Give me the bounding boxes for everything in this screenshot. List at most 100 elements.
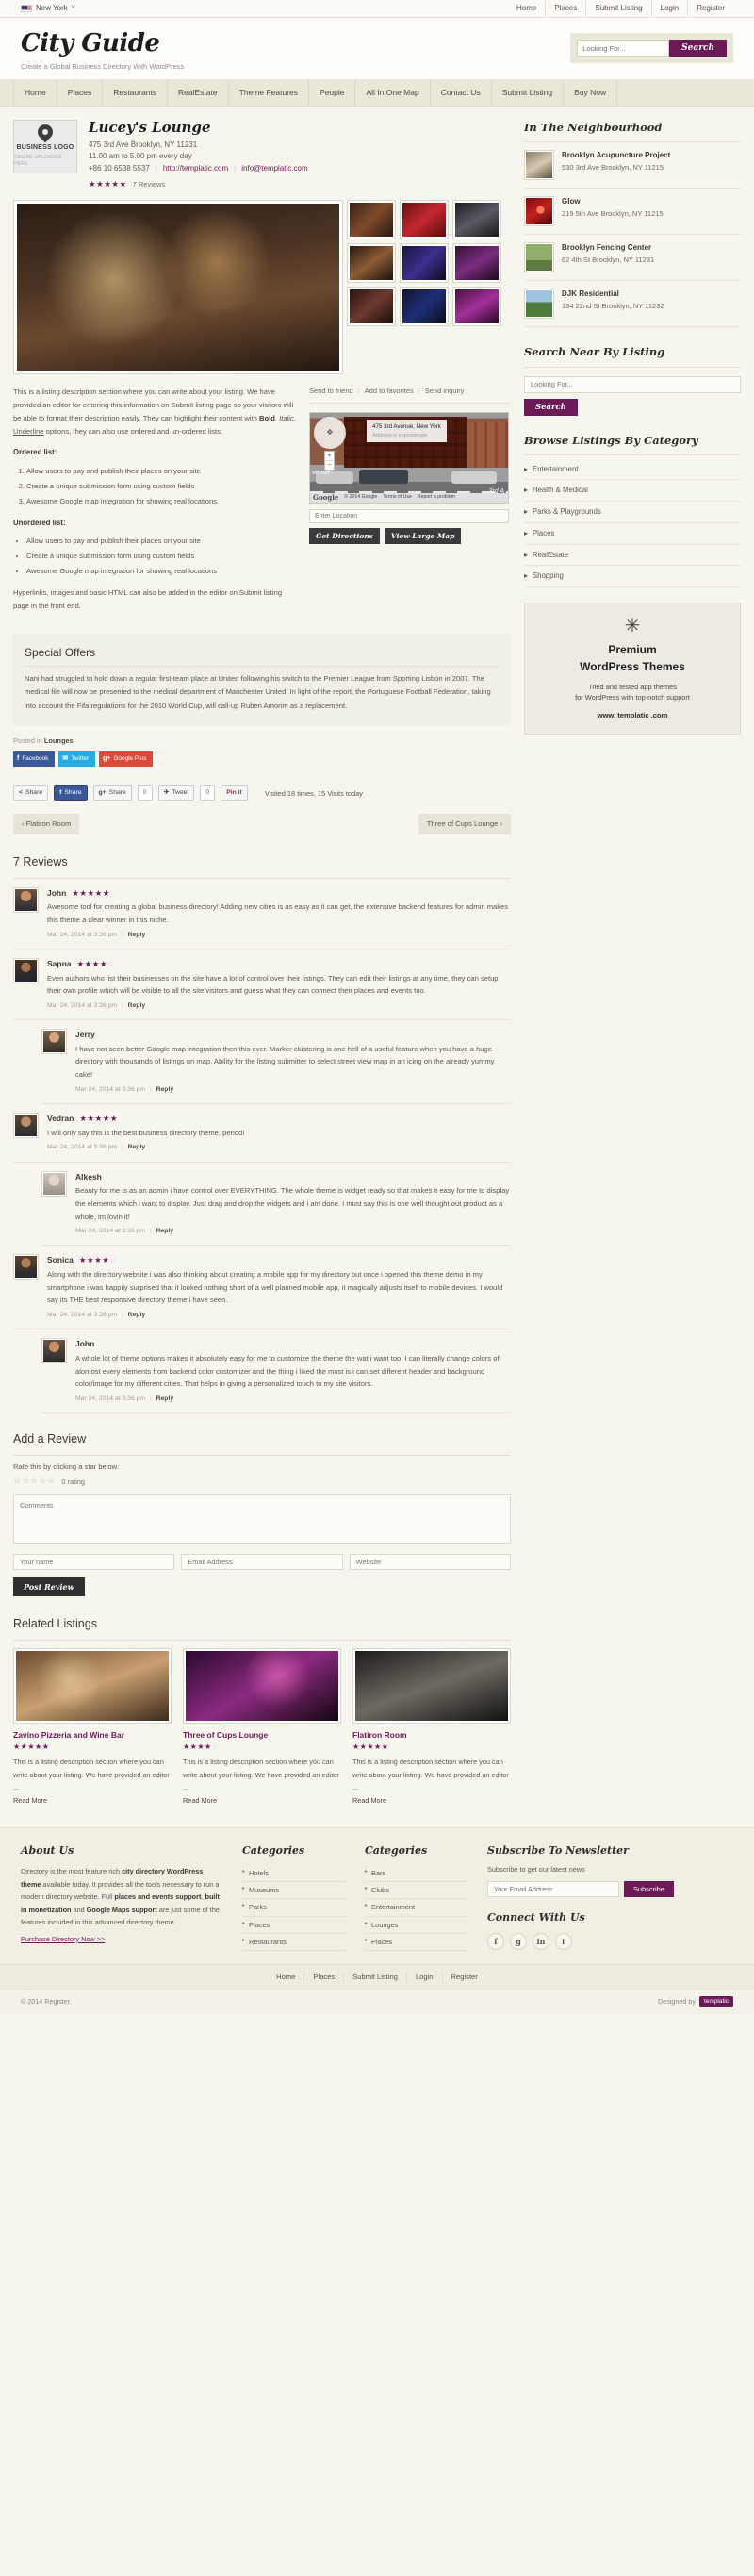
nav-theme-features[interactable]: Theme Features bbox=[229, 80, 310, 106]
footer-link-hotels[interactable]: Hotels bbox=[242, 1865, 346, 1883]
header-search-button[interactable]: Search bbox=[669, 40, 727, 57]
footer-link-clubs[interactable]: Clubs bbox=[365, 1882, 468, 1900]
google-share-chip[interactable]: g+ Share bbox=[92, 785, 132, 801]
footer-link-places-2[interactable]: Places bbox=[365, 1934, 468, 1951]
site-logo[interactable]: City Guide bbox=[21, 31, 184, 56]
nav-home[interactable]: Home bbox=[13, 80, 57, 106]
reply-link[interactable]: Reply bbox=[128, 1312, 146, 1318]
pan-control-icon[interactable]: ✥ bbox=[314, 417, 346, 450]
footer-nav-submit-listing[interactable]: Submit Listing bbox=[344, 1971, 407, 1983]
category-item-health-medical[interactable]: ▸ Health & Medical bbox=[524, 480, 741, 503]
gallery-thumb[interactable] bbox=[452, 200, 501, 240]
neighbourhood-item[interactable]: DJK Residential 134 22nd St Brooklyn, NY… bbox=[524, 281, 741, 328]
category-item-entertainment[interactable]: ▸ Entertainment bbox=[524, 459, 741, 481]
gallery-thumb[interactable] bbox=[400, 243, 449, 284]
footer-link-lounges[interactable]: Lounges bbox=[365, 1917, 468, 1934]
reply-link[interactable]: Reply bbox=[128, 932, 146, 938]
footer-nav-login[interactable]: Login bbox=[407, 1971, 443, 1983]
listing-website-link[interactable]: http://templatic.com bbox=[163, 163, 228, 174]
send-to-friend-link[interactable]: Send to friend bbox=[309, 386, 353, 396]
nav-submit-listing[interactable]: Submit Listing bbox=[492, 80, 565, 106]
templatic-logo[interactable]: templatic bbox=[698, 1996, 733, 2007]
add-to-favorites-link[interactable]: Add to favorites bbox=[365, 386, 414, 396]
post-review-button[interactable]: Post Review bbox=[13, 1577, 85, 1596]
gallery-thumb[interactable] bbox=[452, 243, 501, 284]
name-field[interactable] bbox=[13, 1553, 175, 1570]
neighbourhood-item[interactable]: Brooklyn Acupuncture Project 530 3rd Ave… bbox=[524, 142, 741, 190]
email-field[interactable] bbox=[181, 1553, 343, 1570]
footer-link-entertainment[interactable]: Entertainment bbox=[365, 1899, 468, 1917]
read-more-link[interactable]: Read More bbox=[183, 1796, 217, 1807]
topnav-item-places[interactable]: Places bbox=[545, 1, 585, 16]
nav-realestate[interactable]: RealEstate bbox=[168, 80, 229, 106]
related-listing-card[interactable]: Flatiron Room ★★★★★ This is a listing de… bbox=[352, 1647, 511, 1807]
gallery-thumb[interactable] bbox=[347, 287, 396, 327]
rating-input[interactable]: ☆☆☆☆☆ 0 rating bbox=[13, 1475, 511, 1488]
category-item-parks-playgrounds[interactable]: ▸ Parks & Playgrounds bbox=[524, 502, 741, 523]
location-input[interactable] bbox=[309, 509, 509, 524]
website-field[interactable] bbox=[349, 1553, 511, 1570]
gallery-thumb[interactable] bbox=[347, 243, 396, 284]
comments-textarea[interactable] bbox=[13, 1494, 511, 1544]
neighbourhood-name[interactable]: DJK Residential bbox=[562, 289, 664, 300]
sidebar-search-button[interactable]: Search bbox=[524, 398, 578, 416]
neighbourhood-name[interactable]: Glow bbox=[562, 196, 664, 207]
newsletter-email-input[interactable] bbox=[487, 1881, 619, 1898]
neighbourhood-item[interactable]: Brooklyn Fencing Center 62 4th St Brookl… bbox=[524, 235, 741, 282]
twitter-icon[interactable]: t bbox=[555, 1932, 572, 1950]
category-item-realestate[interactable]: ▸ RealEstate bbox=[524, 545, 741, 567]
related-listing-card[interactable]: Zavino Pizzeria and Wine Bar ★★★★★ This … bbox=[13, 1647, 172, 1807]
reply-link[interactable]: Reply bbox=[128, 1002, 146, 1009]
gallery-thumb[interactable] bbox=[452, 287, 501, 327]
facebook-icon[interactable]: f bbox=[487, 1932, 504, 1950]
neighbourhood-item[interactable]: Glow 219 5th Ave Brooklyn, NY 11215 bbox=[524, 189, 741, 236]
next-listing-link[interactable]: Three of Cups Lounge › bbox=[418, 814, 511, 834]
neighbourhood-name[interactable]: Brooklyn Fencing Center bbox=[562, 242, 654, 254]
reply-link[interactable]: Reply bbox=[156, 1228, 174, 1234]
related-listing-title[interactable]: Flatiron Room bbox=[352, 1729, 511, 1742]
ad-banner[interactable]: ✳ Premium WordPress Themes Tried and tes… bbox=[524, 602, 741, 735]
footer-link-museums[interactable]: Museums bbox=[242, 1882, 346, 1900]
related-listing-title[interactable]: Zavino Pizzeria and Wine Bar bbox=[13, 1729, 172, 1742]
facebook-share-chip[interactable]: f Share bbox=[54, 785, 88, 801]
sidebar-search-input[interactable] bbox=[524, 375, 741, 393]
nav-people[interactable]: People bbox=[309, 80, 356, 106]
reply-link[interactable]: Reply bbox=[156, 1395, 174, 1402]
footer-nav-register[interactable]: Register bbox=[443, 1972, 486, 1982]
google-plus-share-button[interactable]: g+ Google Plus bbox=[99, 751, 154, 768]
nav-all-in-one-map[interactable]: All In One Map bbox=[355, 80, 431, 106]
topnav-item-submit-listing[interactable]: Submit Listing bbox=[585, 1, 650, 16]
zoom-in-button[interactable]: + bbox=[325, 452, 334, 460]
google-plus-icon[interactable]: g bbox=[510, 1932, 527, 1950]
related-listing-image[interactable] bbox=[352, 1647, 511, 1724]
gallery-thumb[interactable] bbox=[347, 200, 396, 240]
header-search-input[interactable] bbox=[577, 40, 670, 57]
map-report-link[interactable]: Report a problem bbox=[418, 494, 455, 502]
read-more-link[interactable]: Read More bbox=[13, 1796, 47, 1807]
topnav-item-home[interactable]: Home bbox=[508, 1, 545, 16]
get-directions-button[interactable]: Get Directions bbox=[309, 528, 380, 545]
related-listing-title[interactable]: Three of Cups Lounge bbox=[183, 1729, 341, 1742]
footer-nav-home[interactable]: Home bbox=[268, 1971, 305, 1983]
nav-restaurants[interactable]: Restaurants bbox=[103, 80, 169, 106]
posted-in-category[interactable]: Lounges bbox=[44, 736, 74, 745]
purchase-link[interactable]: Purchase Directory Now >> bbox=[21, 1935, 105, 1943]
map-terms-link[interactable]: Terms of Use bbox=[383, 494, 412, 502]
view-large-map-button[interactable]: View Large Map bbox=[384, 528, 462, 545]
street-view-map[interactable]: ✥ + − 475 3rd Avenue, New York Address i… bbox=[309, 412, 509, 504]
topnav-item-register[interactable]: Register bbox=[687, 1, 733, 16]
gallery-thumb[interactable] bbox=[400, 200, 449, 240]
rating-stars-empty[interactable]: ☆☆☆☆☆ bbox=[13, 1475, 56, 1488]
listing-email-link[interactable]: info@templatic.com bbox=[241, 163, 307, 174]
ad-url[interactable]: www. templatic .com bbox=[534, 710, 730, 720]
nav-contact-us[interactable]: Contact Us bbox=[431, 80, 492, 106]
twitter-share-button[interactable]: ✉ Twitter bbox=[58, 751, 96, 768]
generic-share-button[interactable]: < Share bbox=[13, 785, 49, 801]
topnav-item-login[interactable]: Login bbox=[650, 1, 688, 16]
footer-link-places[interactable]: Places bbox=[242, 1917, 346, 1934]
reply-link[interactable]: Reply bbox=[156, 1086, 174, 1093]
facebook-share-button[interactable]: f Facebook bbox=[13, 751, 56, 768]
city-selector[interactable]: New York ˅ bbox=[21, 3, 75, 14]
linkedin-icon[interactable]: in bbox=[533, 1932, 549, 1950]
footer-nav-places[interactable]: Places bbox=[304, 1971, 345, 1983]
